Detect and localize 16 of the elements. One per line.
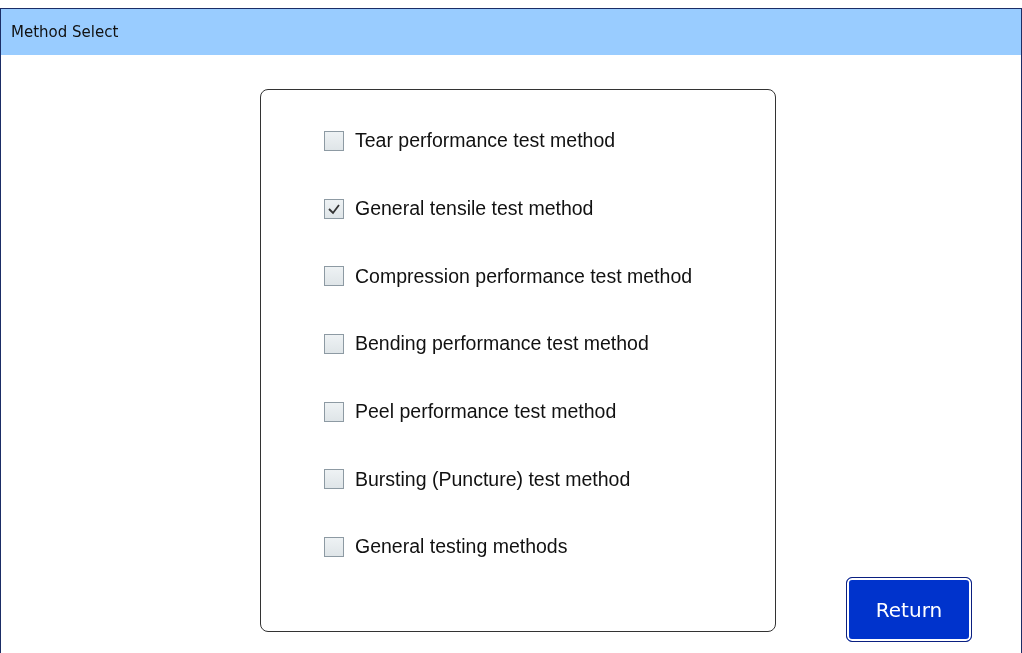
window-title: Method Select xyxy=(1,9,1021,55)
checkbox[interactable] xyxy=(324,130,344,151)
return-button[interactable]: Return xyxy=(846,577,972,642)
checkbox[interactable] xyxy=(324,401,344,422)
checkbox[interactable] xyxy=(324,266,344,287)
checkbox[interactable] xyxy=(324,536,344,557)
checkbox[interactable] xyxy=(324,469,344,490)
method-label: Tear performance test method xyxy=(355,129,616,153)
method-label: Bursting (Puncture) test method xyxy=(355,467,631,491)
method-label: Bending performance test method xyxy=(355,332,649,356)
method-label: General testing methods xyxy=(355,535,568,559)
method-label: General tensile test method xyxy=(355,197,594,221)
checkbox[interactable] xyxy=(324,198,344,219)
method-label: Compression performance test method xyxy=(355,264,693,288)
method-label: Peel performance test method xyxy=(355,400,617,424)
checkbox[interactable] xyxy=(324,333,344,354)
